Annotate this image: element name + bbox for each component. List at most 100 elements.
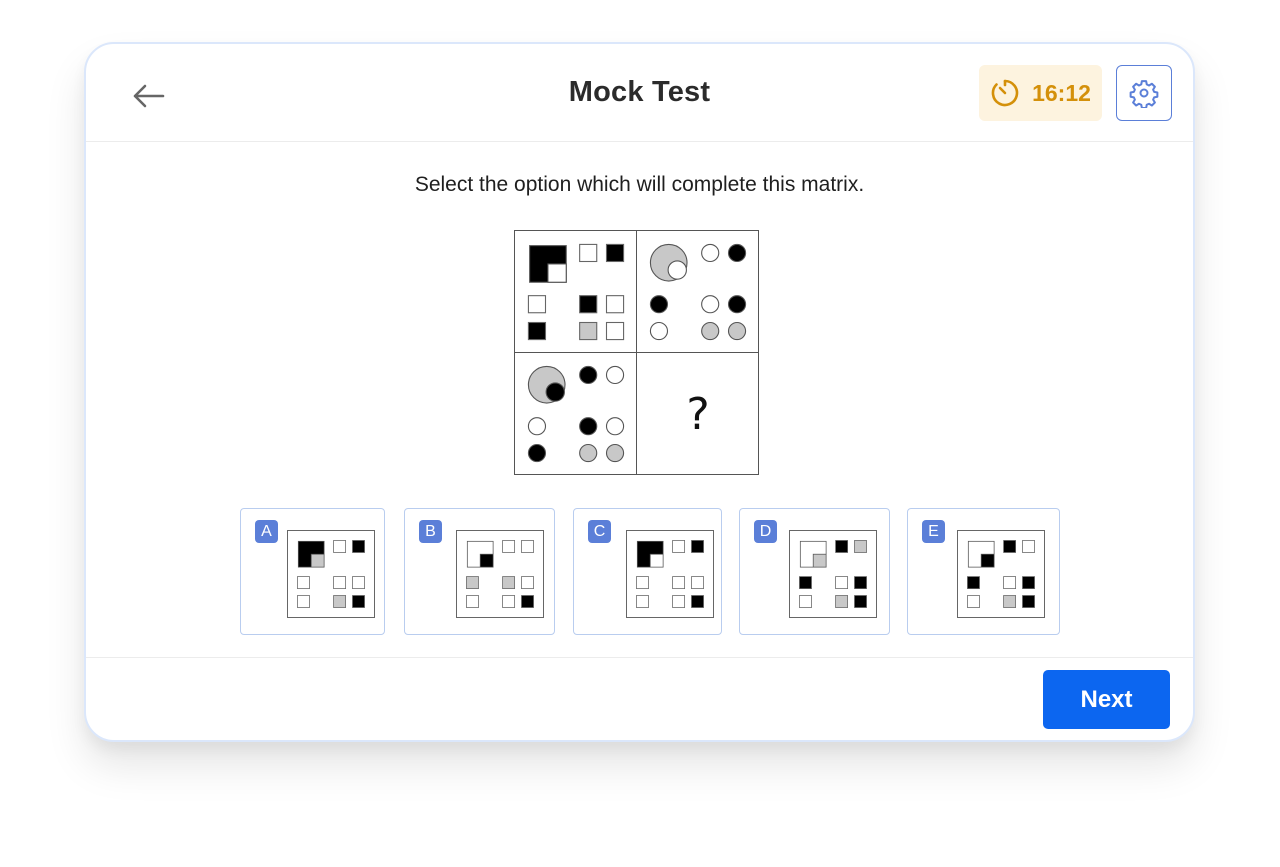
small-square: [521, 595, 534, 608]
inner-square: [479, 553, 494, 568]
question-matrix: ?: [514, 230, 759, 475]
small-square: [297, 595, 310, 608]
small-circle: [605, 443, 625, 463]
small-circle: [727, 295, 747, 314]
small-circle: [649, 295, 669, 314]
small-square: [967, 595, 980, 608]
small-square: [352, 540, 365, 553]
option-label: A: [255, 520, 278, 543]
small-square: [352, 576, 365, 590]
small-circle: [701, 243, 720, 263]
small-square: [672, 595, 686, 608]
small-square: [333, 595, 347, 608]
matrix-missing-cell: ?: [686, 388, 710, 440]
small-circle: [701, 321, 720, 341]
small-square: [297, 576, 310, 590]
option-d[interactable]: D: [739, 508, 890, 635]
small-circle: [579, 365, 598, 385]
footer-divider: [86, 657, 1193, 658]
small-circle: [727, 243, 747, 263]
gear-icon: [1129, 80, 1159, 108]
small-square: [691, 576, 704, 590]
small-square: [521, 576, 534, 590]
answer-options: A B C D E: [86, 508, 1193, 636]
option-figure: [957, 530, 1045, 618]
small-square: [1003, 576, 1017, 590]
option-figure: [456, 530, 544, 618]
small-square: [579, 243, 598, 263]
mock-test-card: Mock Test 16:12 Select the option which …: [84, 42, 1195, 742]
small-square: [333, 576, 347, 590]
small-square: [527, 295, 547, 314]
inner-square: [649, 553, 664, 568]
timer-badge: 16:12: [979, 65, 1102, 121]
header: Mock Test 16:12: [86, 44, 1193, 142]
small-square: [605, 321, 625, 341]
matrix-cell-3: [515, 353, 637, 475]
small-square: [799, 595, 812, 608]
option-a[interactable]: A: [240, 508, 385, 635]
inner-circle: [667, 260, 687, 280]
small-square: [691, 595, 704, 608]
small-square: [967, 576, 980, 590]
small-circle: [579, 443, 598, 463]
small-square: [854, 576, 867, 590]
small-square: [502, 595, 516, 608]
option-figure: [287, 530, 375, 618]
next-button[interactable]: Next: [1043, 670, 1170, 729]
small-circle: [701, 295, 720, 314]
small-square: [835, 540, 849, 553]
question-text: Select the option which will complete th…: [414, 173, 865, 196]
small-square: [835, 595, 849, 608]
option-label: E: [922, 520, 945, 543]
timer-icon: [991, 79, 1019, 107]
small-square: [605, 295, 625, 314]
inner-circle: [545, 382, 565, 402]
option-label: B: [419, 520, 442, 543]
matrix-cell-2: [637, 231, 759, 353]
small-square: [333, 540, 347, 553]
inner-square: [547, 263, 567, 283]
small-circle: [527, 417, 547, 436]
small-square: [1003, 540, 1017, 553]
small-square: [466, 576, 479, 590]
small-square: [1022, 576, 1035, 590]
option-label: C: [588, 520, 611, 543]
small-circle: [527, 443, 547, 463]
timer-value: 16:12: [1032, 79, 1091, 106]
inner-square: [980, 553, 995, 568]
small-square: [466, 595, 479, 608]
small-square: [854, 540, 867, 553]
matrix-cell-1: [515, 231, 637, 353]
small-circle: [605, 417, 625, 436]
option-figure: [626, 530, 714, 618]
small-square: [527, 321, 547, 341]
settings-button[interactable]: [1116, 65, 1172, 121]
small-square: [502, 576, 516, 590]
small-square: [672, 540, 686, 553]
option-c[interactable]: C: [573, 508, 722, 635]
small-square: [636, 576, 649, 590]
inner-square: [812, 553, 827, 568]
small-square: [521, 540, 534, 553]
small-square: [691, 540, 704, 553]
small-square: [835, 576, 849, 590]
small-square: [502, 540, 516, 553]
option-label: D: [754, 520, 777, 543]
small-square: [1022, 595, 1035, 608]
small-square: [672, 576, 686, 590]
inner-square: [310, 553, 325, 568]
matrix-divider-horizontal: [515, 352, 758, 353]
option-figure: [789, 530, 877, 618]
small-square: [1022, 540, 1035, 553]
small-circle: [727, 321, 747, 341]
small-circle: [605, 365, 625, 385]
small-circle: [579, 417, 598, 436]
small-square: [579, 321, 598, 341]
small-square: [605, 243, 625, 263]
small-square: [579, 295, 598, 314]
option-b[interactable]: B: [404, 508, 555, 635]
small-circle: [649, 321, 669, 341]
small-square: [636, 595, 649, 608]
option-e[interactable]: E: [907, 508, 1060, 635]
